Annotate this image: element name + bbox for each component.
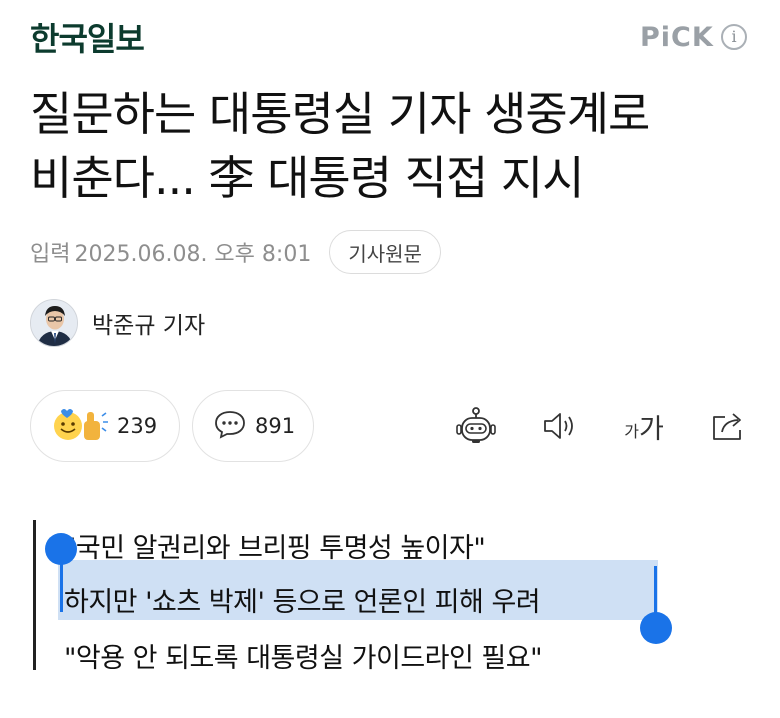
- headline-line-1: 질문하는 대통령실 기자 생중계로: [30, 87, 650, 141]
- font-size-large-label: 가: [638, 413, 664, 445]
- comment-count: 891: [255, 414, 296, 438]
- reaction-button[interactable]: 239: [30, 390, 180, 462]
- top-bar: 한국일보 PiCK i: [0, 0, 780, 72]
- article-meta: 입력 2025.06.08. 오후 8:01 기사원문: [30, 230, 441, 274]
- reaction-emoji-icon: [51, 404, 109, 448]
- headline-line-2: 비춘다... 李 대통령 직접 지시: [30, 151, 585, 205]
- publish-date: 2025.06.08. 오후 8:01: [74, 242, 312, 267]
- action-row: 239 891 가 가: [30, 390, 750, 462]
- font-size-small-label: 가: [624, 422, 639, 441]
- date-label: 입력: [30, 242, 71, 267]
- press-logo[interactable]: 한국일보: [30, 14, 145, 60]
- font-size-icon[interactable]: 가 가: [616, 406, 672, 446]
- info-icon[interactable]: i: [721, 24, 747, 50]
- share-icon[interactable]: [706, 406, 750, 446]
- reporter-info[interactable]: 박준규 기자: [30, 298, 205, 348]
- selection-start-handle[interactable]: [45, 533, 77, 565]
- quote-line: "국민 알권리와 브리핑 투명성 높이자": [64, 533, 486, 564]
- reporter-name[interactable]: 박준규 기자: [92, 306, 205, 340]
- article-headline: 질문하는 대통령실 기자 생중계로 비춘다... 李 대통령 직접 지시: [30, 82, 750, 210]
- ai-robot-icon[interactable]: [454, 406, 498, 446]
- comment-icon: [213, 409, 247, 443]
- original-article-button[interactable]: 기사원문: [329, 230, 441, 274]
- speaker-icon[interactable]: [538, 406, 582, 446]
- quote-line: "악용 안 되도록 대통령실 가이드라인 필요": [64, 643, 543, 674]
- reporter-avatar[interactable]: [30, 299, 78, 347]
- comment-button[interactable]: 891: [192, 390, 314, 462]
- selection-end-handle[interactable]: [640, 612, 672, 644]
- reaction-count: 239: [117, 414, 158, 438]
- pick-label: PiCK: [640, 22, 714, 53]
- quote-line-selected: 하지만 '쇼츠 박제' 등으로 언론인 피해 우려: [64, 587, 541, 618]
- summary-quote-block: "국민 알권리와 브리핑 투명성 높이자" 하지만 '쇼츠 박제' 등으로 언론…: [33, 520, 733, 674]
